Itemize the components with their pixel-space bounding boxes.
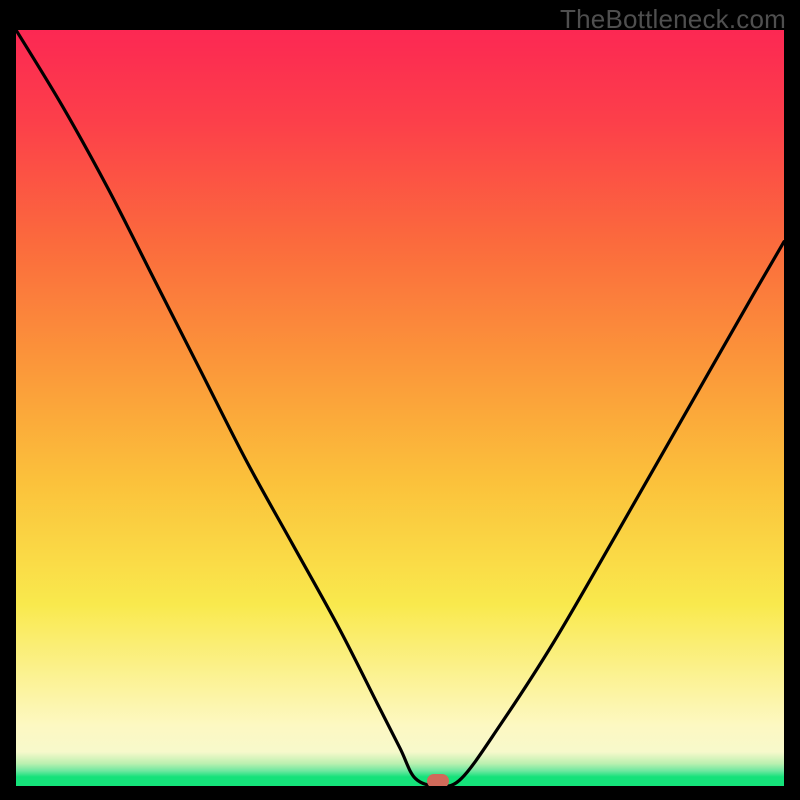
bottleneck-curve	[16, 30, 784, 786]
watermark-text: TheBottleneck.com	[560, 4, 786, 35]
plot-area	[16, 30, 784, 786]
chart-frame: TheBottleneck.com	[0, 0, 800, 800]
optimal-marker	[427, 774, 449, 786]
